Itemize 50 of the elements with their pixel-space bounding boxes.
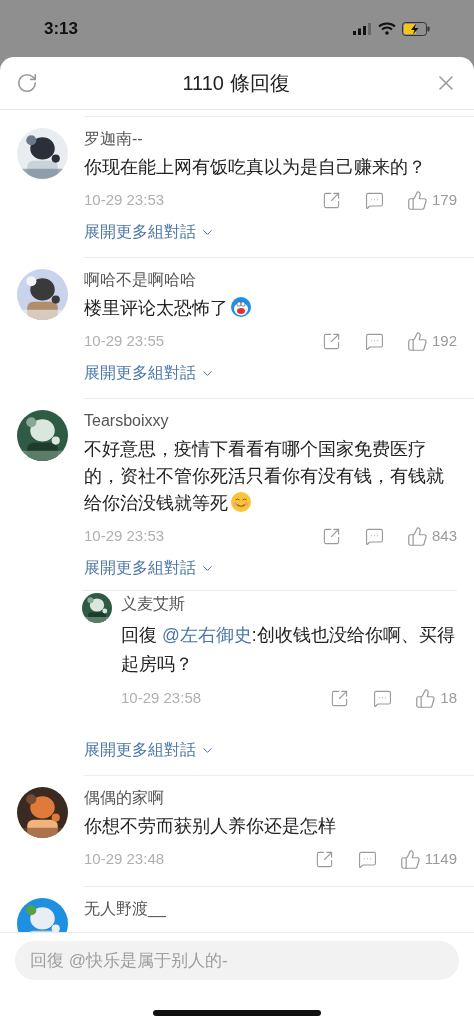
smiling-face-emoji-icon — [230, 491, 252, 513]
thumbs-up-icon — [399, 848, 421, 870]
expand-replies-link[interactable]: 展開更多組對話 — [84, 220, 457, 244]
mention-link[interactable]: @左右御史 — [161, 625, 252, 645]
comment-text: 楼里评论太恐怖了 — [84, 295, 457, 322]
thumbs-up-icon — [406, 189, 428, 211]
comment-time: 10-29 23:55 — [84, 330, 165, 351]
username: Tearsboixxy — [84, 411, 170, 431]
wifi-icon — [378, 22, 396, 35]
share-icon[interactable] — [330, 688, 350, 708]
thumbs-up-icon — [406, 525, 428, 547]
comment-icon[interactable] — [357, 849, 377, 869]
like-button[interactable]: 1149 — [399, 847, 457, 871]
username: 罗迦南-- — [84, 129, 144, 149]
share-icon[interactable] — [321, 331, 341, 351]
like-button[interactable]: 192 — [406, 329, 457, 353]
share-icon[interactable] — [314, 849, 334, 869]
username: 偶偶的家啊 — [84, 788, 165, 808]
comment-icon[interactable] — [364, 331, 384, 351]
thumbs-up-icon — [406, 330, 428, 352]
robot-cat-emoji-icon — [230, 296, 252, 318]
share-icon[interactable] — [321, 526, 341, 546]
comment-icon[interactable] — [364, 190, 384, 210]
comment-text: 不好意思，疫情下看看有哪个国家免费医疗的，资社不管你死活只看你有没有钱，有钱就给你治没钱就等死 — [84, 438, 445, 515]
comment-text: 你想不劳而获别人养你还是怎样 — [84, 815, 337, 838]
username: 啊哈不是啊哈哈 — [84, 270, 197, 290]
like-button[interactable]: 179 — [406, 188, 457, 212]
username: 无人野渡__ — [84, 899, 167, 919]
like-button[interactable]: 843 — [406, 524, 457, 548]
like-button[interactable]: 18 — [415, 686, 457, 710]
thumbs-up-icon — [415, 687, 437, 709]
status-time: 3:13 — [44, 17, 79, 40]
comment-time: 10-29 23:53 — [84, 525, 165, 546]
username: 义麦艾斯 — [121, 594, 186, 614]
comment-icon[interactable] — [364, 526, 384, 546]
signal-icon — [353, 22, 372, 35]
share-icon[interactable] — [321, 190, 341, 210]
comment-time: 10-29 23:53 — [84, 189, 165, 210]
comment-text: 你现在能上网有饭吃真以为是自己赚来的？ — [84, 156, 427, 179]
expand-replies-link[interactable]: 展開更多組對話 — [84, 738, 215, 762]
expand-replies-link[interactable]: 展開更多組對話 — [84, 556, 457, 580]
sheet-title: 1110 條回復 — [181, 71, 291, 96]
battery-charging-icon — [402, 21, 430, 36]
reply-text: 回復 @左右御史:创收钱也没给你啊、买得起房吗？ — [121, 624, 456, 676]
comment-time: 10-29 23:48 — [84, 848, 165, 869]
comment-time: 10-29 23:58 — [121, 687, 202, 708]
expand-replies-link[interactable]: 展開更多組對話 — [84, 361, 457, 385]
comment-icon[interactable] — [373, 688, 393, 708]
refresh-icon[interactable] — [16, 72, 38, 94]
reply-input-field[interactable]: 回復 @快乐是属于别人的- — [15, 941, 459, 980]
